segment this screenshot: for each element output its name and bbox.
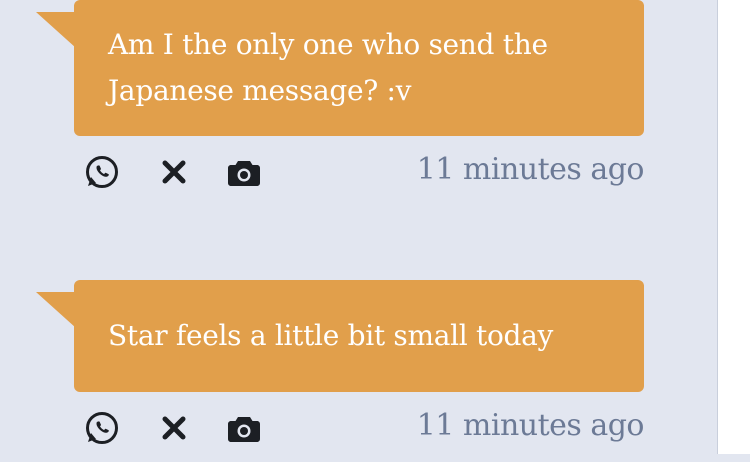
message-text-line: Am I the only one who send the	[108, 28, 548, 61]
camera-icon[interactable]	[224, 152, 264, 192]
message-timestamp: 11 minutes ago	[416, 152, 645, 187]
bubble-tail	[36, 292, 76, 328]
close-icon[interactable]	[154, 408, 194, 448]
message-bubble-wrap: Star feels a little bit small today	[36, 280, 644, 392]
message-timestamp: 11 minutes ago	[416, 408, 645, 443]
right-panel-edge	[717, 0, 750, 454]
message-feed: Am I the only one who send the Japanese …	[0, 0, 717, 454]
message-text-line: Star feels a little bit small today	[108, 319, 554, 352]
message-bubble: Star feels a little bit small today	[74, 280, 644, 392]
whatsapp-icon[interactable]	[82, 408, 122, 448]
message-actions: 11 minutes ago	[74, 392, 645, 462]
message-bubble: Am I the only one who send the Japanese …	[74, 0, 644, 136]
message-text-line: Japanese message? :v	[108, 74, 412, 107]
camera-icon[interactable]	[224, 408, 264, 448]
whatsapp-icon[interactable]	[82, 152, 122, 192]
close-icon[interactable]	[154, 152, 194, 192]
bubble-tail	[36, 12, 76, 48]
message-item: Am I the only one who send the Japanese …	[0, 0, 700, 206]
message-actions: 11 minutes ago	[74, 136, 645, 206]
message-item: Star feels a little bit small today 11 m…	[0, 280, 700, 462]
message-bubble-wrap: Am I the only one who send the Japanese …	[36, 0, 644, 136]
